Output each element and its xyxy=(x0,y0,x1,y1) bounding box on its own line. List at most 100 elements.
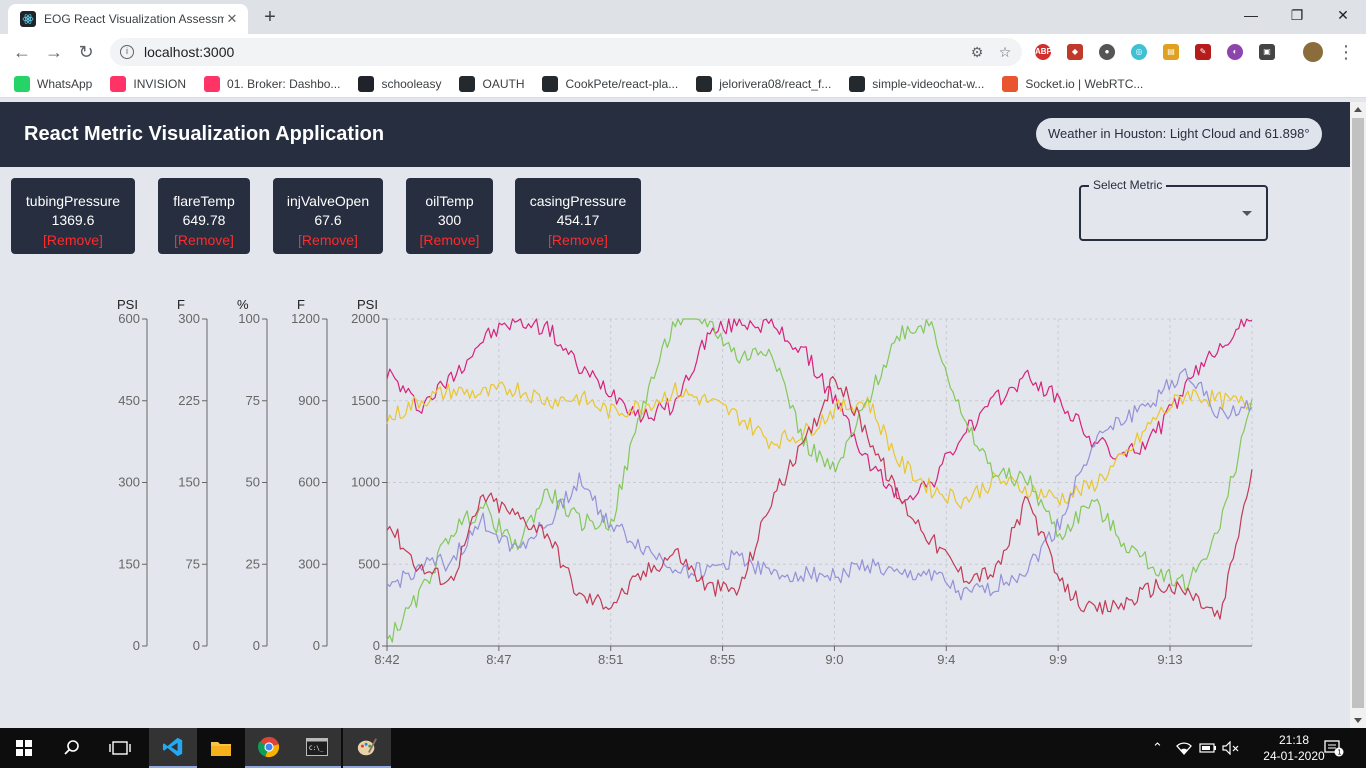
series-line xyxy=(386,375,1253,620)
y-tick-label: 150 xyxy=(178,475,200,490)
extension-icon[interactable]: ▤ xyxy=(1163,44,1179,60)
chrome-icon[interactable] xyxy=(245,728,293,768)
volume-muted-icon[interactable] xyxy=(1222,728,1240,768)
metric-card: flareTemp 649.78 [Remove] xyxy=(158,178,250,254)
file-explorer-icon[interactable] xyxy=(197,728,245,768)
invision-icon xyxy=(110,75,127,92)
chart-grid xyxy=(386,318,1253,647)
bookmark-item[interactable]: 01. Broker: Dashbo... xyxy=(204,75,340,92)
reload-icon[interactable]: ↻ xyxy=(74,40,98,64)
y-tick-label: 500 xyxy=(358,556,380,571)
metrics-line-chart: PSI 0 150 300 450 600 F 0 75 150 225 300% 0 25 50 75 100… xyxy=(117,297,1253,667)
address-bar[interactable]: i localhost:3000 ⚙ ☆ xyxy=(110,38,1022,66)
svg-text:1: 1 xyxy=(1337,749,1341,757)
notifications-icon[interactable]: 1 xyxy=(1324,728,1344,768)
y-tick-label: 2000 xyxy=(351,311,380,326)
window-close-icon[interactable]: ✕ xyxy=(1320,0,1366,30)
remove-metric-button[interactable]: [Remove] xyxy=(515,230,641,250)
minimize-icon[interactable]: — xyxy=(1228,0,1274,30)
profile-avatar[interactable] xyxy=(1303,42,1323,62)
search-icon[interactable] xyxy=(48,728,96,768)
x-tick-label: 8:42 xyxy=(374,652,399,667)
bookmark-item[interactable]: Socket.io | WebRTC... xyxy=(1002,75,1144,92)
scrollbar-thumb[interactable] xyxy=(1352,118,1364,708)
app-header: React Metric Visualization Application W… xyxy=(0,102,1350,167)
terminal-icon[interactable]: C:\_ xyxy=(293,728,341,768)
metric-value: 300 xyxy=(437,212,462,228)
metric-card: casingPressure 454.17 [Remove] xyxy=(515,178,641,254)
chevron-down-icon[interactable] xyxy=(1242,211,1252,216)
bookmark-item[interactable]: CookPete/react-pla... xyxy=(542,75,678,92)
bookmark-label: schooleasy xyxy=(381,76,442,91)
x-tick-label: 9:0 xyxy=(825,652,843,667)
y-axis: PSI 0 500 1000 1500 2000 xyxy=(351,297,388,653)
extension-icon[interactable]: ◐ xyxy=(1227,44,1243,60)
extension-icon[interactable]: ◎ xyxy=(1131,44,1147,60)
bookmark-item[interactable]: jelorivera08/react_f... xyxy=(696,75,831,92)
wifi-icon[interactable] xyxy=(1176,728,1192,768)
bookmark-item[interactable]: INVISION xyxy=(110,75,186,92)
bookmark-item[interactable]: WhatsApp xyxy=(14,75,92,92)
paint-icon[interactable] xyxy=(343,728,391,768)
remove-metric-button[interactable]: [Remove] xyxy=(11,230,135,250)
select-metric-label: Select Metric xyxy=(1089,178,1167,192)
site-info-icon[interactable]: i xyxy=(120,45,134,59)
metric-card: injValveOpen 67.6 [Remove] xyxy=(273,178,383,254)
bookmark-star-icon[interactable]: ☆ xyxy=(994,44,1016,61)
browser-tab[interactable]: EOG React Visualization Assessm ✕ xyxy=(8,4,248,34)
system-clock[interactable]: 21:18 24-01-2020 xyxy=(1262,732,1326,764)
metric-name: casingPressure xyxy=(529,193,627,209)
close-tab-icon[interactable]: ✕ xyxy=(224,11,240,27)
whatsapp-icon xyxy=(14,75,30,92)
windows-start-icon[interactable] xyxy=(0,728,48,768)
pdf-icon[interactable]: ✎ xyxy=(1195,44,1211,60)
y-tick-label: 150 xyxy=(118,556,140,571)
battery-icon[interactable] xyxy=(1199,728,1217,768)
socketio-icon xyxy=(1002,75,1019,92)
page-scrollbar[interactable] xyxy=(1350,102,1366,728)
restore-icon[interactable]: ❐ xyxy=(1274,0,1320,30)
github-icon xyxy=(542,75,559,92)
series-line xyxy=(386,367,1253,601)
extension-icon[interactable]: ● xyxy=(1099,44,1115,60)
task-view-icon[interactable] xyxy=(96,728,144,768)
github-icon xyxy=(849,75,866,92)
show-hidden-icons-icon[interactable]: ⌃ xyxy=(1152,728,1163,768)
vscode-icon[interactable] xyxy=(149,728,197,768)
address-url[interactable]: localhost:3000 xyxy=(144,44,966,60)
y-tick-label: 0 xyxy=(373,638,380,653)
x-tick-label: 9:4 xyxy=(937,652,955,667)
y-tick-label: 1000 xyxy=(351,475,380,490)
y-tick-label: 0 xyxy=(313,638,320,653)
scroll-down-icon[interactable] xyxy=(1354,718,1362,723)
select-metric-dropdown[interactable]: Select Metric xyxy=(1079,178,1268,241)
y-axis: % 0 25 50 75 100 xyxy=(237,297,268,653)
metric-name: flareTemp xyxy=(173,193,235,209)
react-icon xyxy=(20,11,36,27)
new-tab-button[interactable]: + xyxy=(258,6,282,30)
bookmark-item[interactable]: simple-videochat-w... xyxy=(849,75,984,92)
y-tick-label: 50 xyxy=(246,475,260,490)
x-tick-label: 9:13 xyxy=(1157,652,1182,667)
scroll-up-icon[interactable] xyxy=(1354,107,1362,112)
svg-text:C:\_: C:\_ xyxy=(309,745,324,752)
y-tick-label: 600 xyxy=(118,311,140,326)
bookmark-label: Socket.io | WebRTC... xyxy=(1025,76,1144,91)
remove-metric-button[interactable]: [Remove] xyxy=(406,230,493,250)
y-tick-label: 0 xyxy=(253,638,260,653)
metric-value: 67.6 xyxy=(314,212,342,228)
bookmark-item[interactable]: schooleasy xyxy=(358,75,442,92)
back-icon[interactable]: ← xyxy=(10,40,34,64)
bookmark-item[interactable]: OAUTH xyxy=(459,75,524,92)
adblock-icon[interactable]: ABP xyxy=(1035,44,1052,60)
extension-icon[interactable]: ◆ xyxy=(1067,44,1083,60)
remove-metric-button[interactable]: [Remove] xyxy=(273,230,383,250)
page: React Metric Visualization Application W… xyxy=(0,102,1350,728)
menu-icon[interactable]: ⋮ xyxy=(1334,40,1358,64)
extension-manage-icon[interactable]: ⚙ xyxy=(966,44,988,61)
y-axis-unit: F xyxy=(297,297,305,312)
remove-metric-button[interactable]: [Remove] xyxy=(158,230,250,250)
extension-icon[interactable]: ▣ xyxy=(1259,44,1275,60)
y-tick-label: 0 xyxy=(193,638,200,653)
forward-icon[interactable]: → xyxy=(42,40,66,64)
